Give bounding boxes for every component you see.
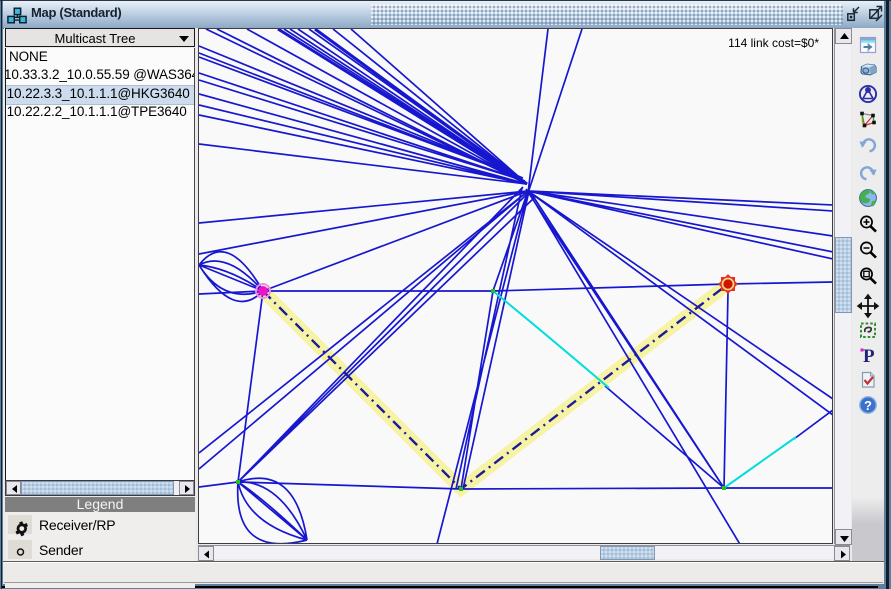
svg-text:?: ?: [864, 398, 872, 413]
svg-text:P: P: [863, 346, 875, 367]
